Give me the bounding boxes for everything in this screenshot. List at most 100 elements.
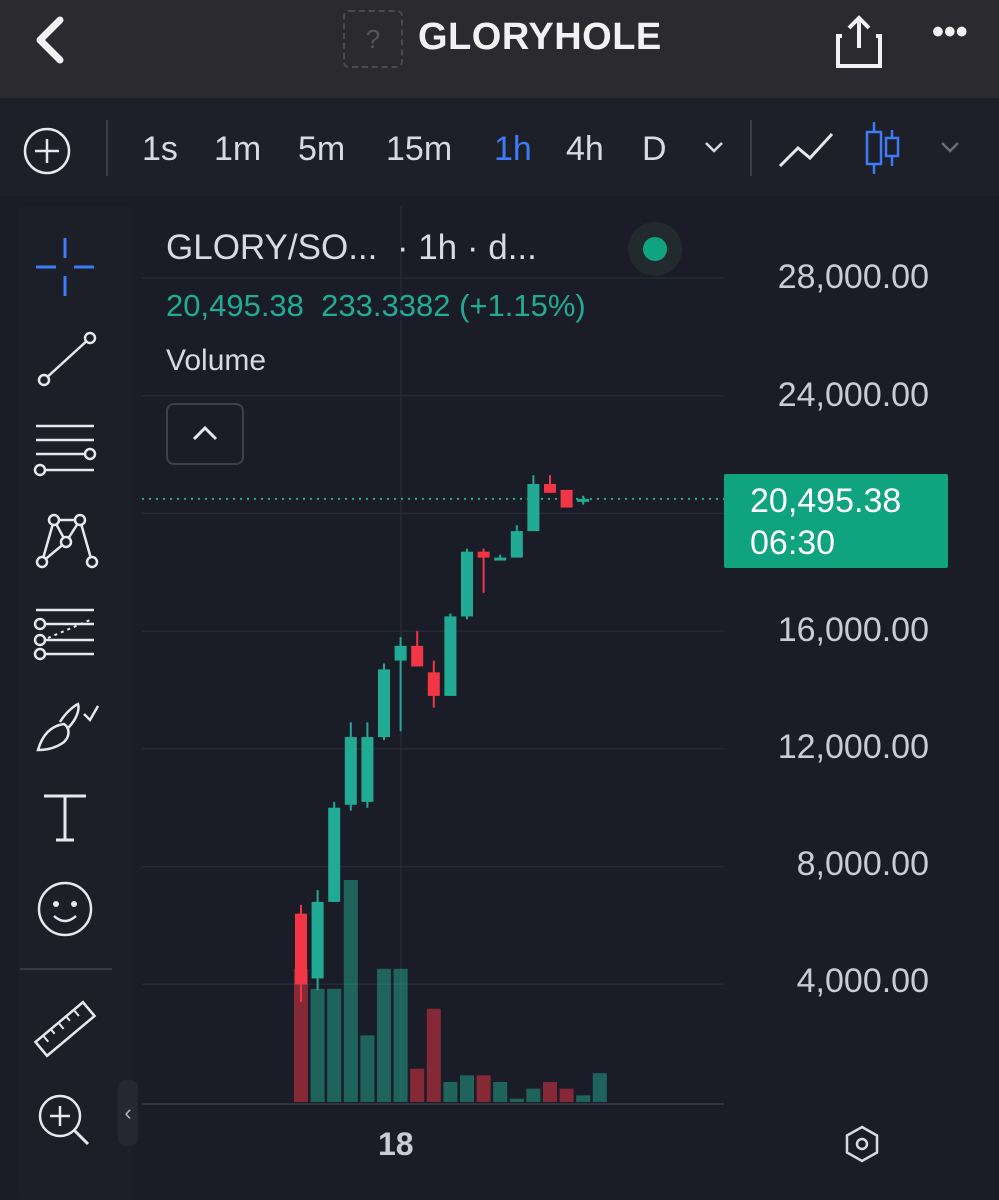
volume-bar <box>592 1073 607 1102</box>
chart-settings-button[interactable] <box>842 1124 882 1164</box>
price-axis-label: 16,000.00 <box>777 611 929 649</box>
timeframe-15m[interactable]: 15m <box>386 130 452 169</box>
zoom-in-icon <box>38 1094 90 1146</box>
collapse-toolbar-tab[interactable]: ‹ <box>118 1080 138 1146</box>
candle-body <box>411 645 424 667</box>
price-quote: 20,495.38 233.3382 (+1.15%) <box>166 288 586 324</box>
volume-legend[interactable]: Volume <box>166 344 266 378</box>
volume-bar <box>476 1075 491 1102</box>
collapse-legend-button[interactable] <box>166 403 244 465</box>
volume-bar <box>377 968 391 1102</box>
horizontal-lines-icon <box>33 424 97 477</box>
timeframe-1s[interactable]: 1s <box>142 130 178 169</box>
trend-line-tool[interactable] <box>30 324 100 394</box>
candle-body <box>394 645 407 661</box>
trend-line-icon <box>37 331 97 387</box>
last-price: 20,495.38 <box>166 288 304 323</box>
price-axis-label: 8,000.00 <box>796 845 929 883</box>
volume-bar <box>460 1075 474 1102</box>
volume-bar <box>410 1068 425 1102</box>
brush-icon <box>36 702 100 752</box>
timeframe-1h[interactable]: 1h <box>494 130 532 169</box>
token-logo: ? <box>343 10 403 68</box>
price-change: 233.3382 <box>321 288 451 323</box>
volume-bar <box>509 1098 524 1102</box>
time-axis-label: 18 <box>378 1126 414 1162</box>
chevron-down-icon <box>705 142 723 153</box>
tool-divider <box>20 968 112 970</box>
price-change-percent: (+1.15%) <box>459 288 586 323</box>
hexagon-settings-icon <box>845 1125 879 1163</box>
crosshair-tool[interactable] <box>30 232 100 302</box>
candle-body <box>444 616 457 696</box>
add-indicator-button[interactable] <box>22 126 72 176</box>
line-chart-button[interactable] <box>776 124 836 174</box>
candle-body <box>577 498 590 502</box>
candle-body <box>344 737 357 805</box>
volume-bar <box>393 968 408 1102</box>
volume-bar <box>443 1082 458 1102</box>
market-status-indicator[interactable] <box>628 222 682 276</box>
candle-body <box>427 672 440 696</box>
candle-body <box>311 901 324 979</box>
price-chart[interactable] <box>142 206 999 1200</box>
volume-bar <box>559 1088 574 1102</box>
back-button[interactable] <box>28 14 76 66</box>
toolbar-divider <box>750 120 752 176</box>
timeframe-dropdown[interactable] <box>700 136 728 158</box>
chevron-down-icon <box>941 142 959 153</box>
candle-body <box>461 551 473 617</box>
chart-panel[interactable] <box>142 206 999 1200</box>
timeframe-5m[interactable]: 5m <box>298 130 345 169</box>
volume-bar <box>343 880 358 1102</box>
candle-body <box>527 484 540 532</box>
plus-circle-icon <box>23 127 71 175</box>
text-icon <box>44 794 86 842</box>
text-tool[interactable] <box>30 784 100 854</box>
pattern-tool[interactable] <box>30 506 100 576</box>
more-options-button[interactable]: ••• <box>932 15 980 54</box>
chevron-up-icon <box>192 425 218 441</box>
candle-body <box>328 807 341 902</box>
price-axis-label: 12,000.00 <box>777 728 929 766</box>
interval-info: · 1h · d... <box>396 228 537 267</box>
candle-body <box>361 737 374 802</box>
ruler-icon <box>33 1000 97 1058</box>
last-price-tag-value: 20,495.38 <box>750 482 902 520</box>
volume-bar <box>576 1095 591 1102</box>
brush-tool[interactable] <box>30 692 100 762</box>
candle-body <box>510 531 523 558</box>
toolbar-divider <box>106 120 108 176</box>
timeframe-4h[interactable]: 4h <box>566 130 604 169</box>
volume-bar <box>526 1088 541 1102</box>
xabcd-pattern-icon <box>35 513 99 569</box>
status-dot <box>643 237 667 261</box>
symbol-name: GLORY/SO... <box>166 228 378 267</box>
candle-countdown: 06:30 <box>750 524 836 562</box>
last-price-tag: 20,495.38 06:30 <box>724 474 948 568</box>
share-button[interactable] <box>836 14 882 68</box>
zoom-tool[interactable] <box>30 1086 100 1156</box>
chevron-left-icon <box>36 16 64 64</box>
timeframe-D[interactable]: D <box>642 130 667 169</box>
volume-bar <box>360 1035 375 1102</box>
crosshair-icon <box>36 238 94 296</box>
fib-retracement-tool[interactable] <box>30 414 100 484</box>
volume-bar <box>327 988 342 1102</box>
timeframe-1m[interactable]: 1m <box>214 130 261 169</box>
prediction-tool[interactable] <box>30 598 100 668</box>
share-icon <box>836 15 882 68</box>
candle-body <box>560 489 573 508</box>
candle-body <box>295 913 307 985</box>
candlestick-chart-button[interactable] <box>862 120 904 176</box>
symbol-legend[interactable]: GLORY/SO... · 1h · d... <box>166 228 537 268</box>
price-axis-label: 4,000.00 <box>796 962 929 1000</box>
page-title: GLORYHOLE <box>418 16 662 58</box>
measure-tool[interactable] <box>30 996 100 1066</box>
price-axis-label: 24,000.00 <box>777 376 929 414</box>
emoji-tool[interactable] <box>30 874 100 944</box>
candle-body <box>544 484 556 493</box>
volume-bar <box>493 1082 508 1102</box>
chart-type-dropdown[interactable] <box>936 136 964 158</box>
candlestick-icon <box>865 122 900 174</box>
